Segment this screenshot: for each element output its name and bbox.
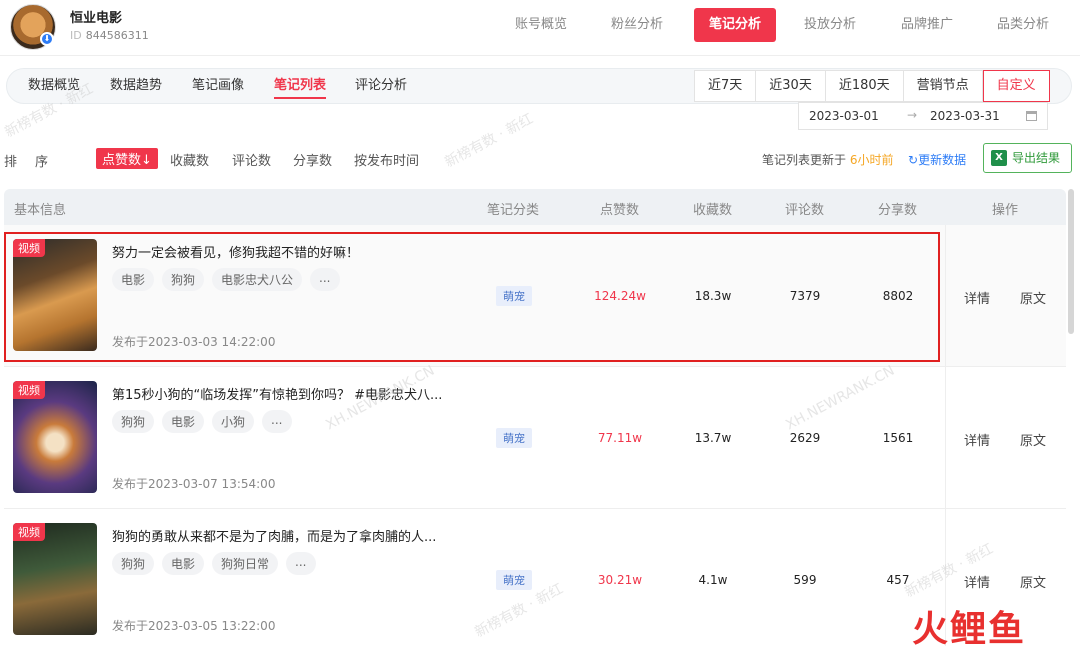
table-header: 基本信息 笔记分类 点赞数 收藏数 评论数 分享数 操作 (4, 189, 1066, 225)
publish-date: 发布于2023-03-07 13:54:00 (112, 477, 276, 491)
custom-range-button[interactable]: 自定义 (982, 70, 1050, 102)
tab-account-overview[interactable]: 账号概览 (515, 8, 567, 42)
tab-fan-analysis[interactable]: 粉丝分析 (611, 8, 663, 42)
tab-ad-analysis[interactable]: 投放分析 (804, 8, 856, 42)
original-link[interactable]: 原文 (1020, 430, 1046, 449)
excel-icon: X (991, 150, 1007, 166)
note-thumbnail[interactable]: 视频 (13, 381, 97, 493)
sort-by-publish-time[interactable]: 按发布时间 (354, 150, 419, 169)
note-tags: 狗狗 电影 狗狗日常 ... (112, 552, 316, 575)
note-tags: 狗狗 电影 小狗 ... (112, 410, 292, 433)
video-badge: 视频 (13, 381, 45, 399)
likes-count: 77.11w (597, 431, 643, 445)
account-id: ID 844586311 (70, 29, 149, 42)
range-7d-button[interactable]: 近7天 (695, 71, 757, 101)
tag[interactable]: 小狗 (212, 410, 255, 433)
original-link[interactable]: 原文 (1020, 572, 1046, 591)
subtab-comment-analysis[interactable]: 评论分析 (355, 69, 407, 103)
comments-count: 599 (793, 573, 817, 587)
range-180d-button[interactable]: 近180天 (826, 71, 904, 101)
refresh-data-link[interactable]: ↻更新数据 (908, 151, 966, 168)
tag[interactable]: 狗狗 (112, 552, 155, 575)
watermark: 新榜有数 · 新红 (442, 110, 536, 171)
tag[interactable]: 狗狗日常 (212, 552, 279, 575)
subtab-note-profile[interactable]: 笔记画像 (192, 69, 244, 103)
favorites-count: 13.7w (694, 431, 732, 445)
date-range-group: 近7天 近30天 近180天 营销节点 自定义 (694, 70, 1050, 102)
brand-logo: 火鲤鱼 (912, 609, 1027, 646)
sort-label: 排序 (4, 155, 67, 170)
publish-date: 发布于2023-03-05 13:22:00 (112, 619, 276, 633)
refresh-icon: ↻ (908, 153, 919, 167)
more-tags[interactable]: ... (286, 552, 316, 575)
detail-link[interactable]: 详情 (964, 288, 990, 307)
category-badge: 萌宠 (496, 570, 532, 590)
comments-count: 2629 (789, 431, 821, 445)
tag[interactable]: 电影 (162, 410, 205, 433)
tag[interactable]: 狗狗 (112, 410, 155, 433)
sort-by-likes[interactable]: 点赞数↓ (96, 148, 158, 169)
note-thumbnail[interactable]: 视频 (13, 523, 97, 635)
category-badge: 萌宠 (496, 428, 532, 448)
sort-by-comments[interactable]: 评论数 (232, 150, 271, 169)
tab-brand-promotion[interactable]: 品牌推广 (901, 8, 953, 42)
col-likes: 点赞数 (600, 203, 640, 218)
range-30d-button[interactable]: 近30天 (756, 71, 826, 101)
shares-count: 1561 (882, 431, 914, 445)
favorites-count: 4.1w (698, 573, 728, 587)
detail-link[interactable]: 详情 (964, 572, 990, 591)
tab-note-analysis[interactable]: 笔记分析 (694, 8, 777, 42)
tab-category-analysis[interactable]: 品类分析 (997, 8, 1049, 42)
update-status: 笔记列表更新于 6小时前 (762, 153, 894, 167)
date-picker[interactable]: 2023-03-01 → 2023-03-31 (798, 102, 1048, 130)
top-header: ⬇ 恒业电影 ID 844586311 账号概览 粉丝分析 笔记分析 投放分析 品… (0, 0, 1080, 56)
col-category: 笔记分类 (487, 203, 540, 218)
video-badge: 视频 (13, 523, 45, 541)
subtab-note-list[interactable]: 笔记列表 (274, 69, 327, 103)
tag[interactable]: 电影 (162, 552, 205, 575)
calendar-icon[interactable] (1026, 111, 1037, 121)
highlight-outline (4, 232, 940, 362)
export-results-button[interactable]: X 导出结果 (983, 143, 1072, 173)
original-link[interactable]: 原文 (1020, 288, 1046, 307)
col-shares: 分享数 (878, 203, 918, 218)
end-date[interactable]: 2023-03-31 (930, 109, 1000, 123)
column-divider (945, 367, 946, 509)
col-basic-info: 基本信息 (14, 203, 67, 218)
col-actions: 操作 (992, 203, 1019, 218)
col-comments: 评论数 (785, 203, 825, 218)
col-favorites: 收藏数 (693, 203, 733, 218)
table-row[interactable]: 视频 狗狗的勇敢从来都不是为了肉脯，而是为了拿肉脯的人... 狗狗 电影 狗狗日… (4, 509, 1066, 646)
likes-count: 30.21w (597, 573, 643, 587)
sort-by-shares[interactable]: 分享数 (293, 150, 332, 169)
page: ⬇ 恒业电影 ID 844586311 账号概览 粉丝分析 笔记分析 投放分析 品… (0, 0, 1080, 646)
more-tags[interactable]: ... (262, 410, 292, 433)
scrollbar[interactable] (1068, 189, 1074, 334)
detail-link[interactable]: 详情 (964, 430, 990, 449)
account-name: 恒业电影 (70, 11, 123, 26)
column-divider (945, 225, 946, 367)
table-row[interactable]: 视频 第15秒小狗的“临场发挥”有惊艳到你吗？ #电影忠犬八... 狗狗 电影 … (4, 367, 1066, 509)
start-date[interactable]: 2023-03-01 (809, 109, 879, 123)
marketing-node-button[interactable]: 营销节点 (904, 71, 983, 101)
subtab-data-trend[interactable]: 数据趋势 (110, 69, 162, 103)
date-arrow-icon: → (907, 108, 918, 122)
verified-badge-icon: ⬇ (40, 32, 54, 46)
note-title[interactable]: 狗狗的勇敢从来都不是为了肉脯，而是为了拿肉脯的人... (112, 526, 436, 545)
sort-by-favorites[interactable]: 收藏数 (170, 150, 209, 169)
